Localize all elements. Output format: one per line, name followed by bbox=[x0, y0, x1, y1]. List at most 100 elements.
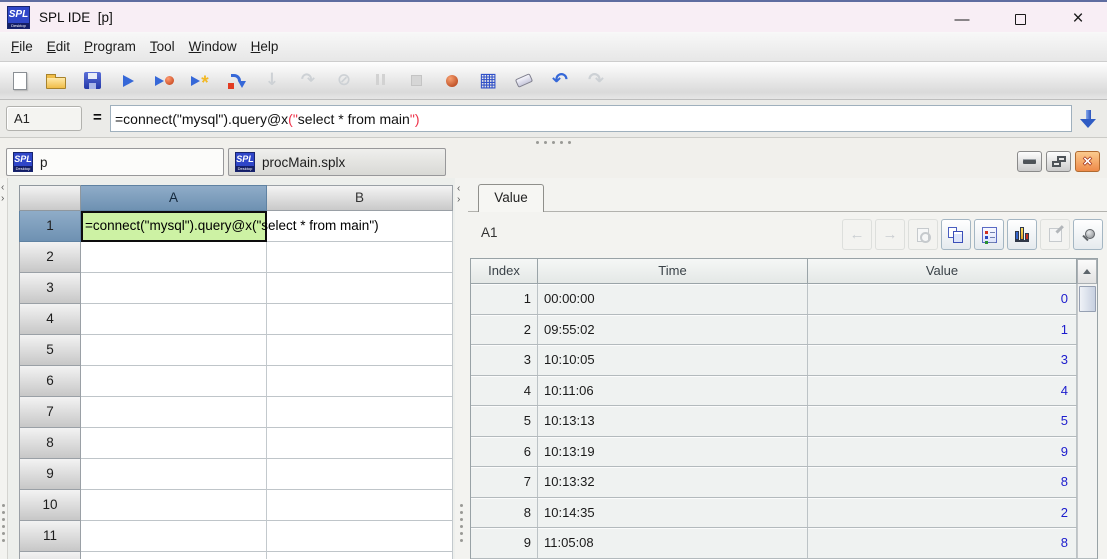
row-header-6[interactable]: 6 bbox=[19, 366, 81, 397]
cell-A4[interactable] bbox=[81, 304, 267, 335]
value-copy-button[interactable] bbox=[941, 219, 971, 250]
cell-A2[interactable] bbox=[81, 242, 267, 273]
menu-item-edit[interactable]: Edit bbox=[47, 39, 70, 54]
maximize-button[interactable] bbox=[991, 4, 1049, 34]
cell-B5[interactable] bbox=[267, 335, 453, 366]
collapse-left-icon[interactable]: ‹ bbox=[1, 183, 4, 193]
cell-A8[interactable] bbox=[81, 428, 267, 459]
scroll-up-button[interactable] bbox=[1077, 259, 1097, 284]
expand-left-icon[interactable]: › bbox=[1, 194, 4, 204]
cell-B2[interactable] bbox=[267, 242, 453, 273]
collapse-panel-icon[interactable]: ‹ bbox=[457, 184, 460, 194]
row-header-10[interactable]: 10 bbox=[19, 490, 81, 521]
table-row[interactable]: 1 00:00:00 0 bbox=[471, 284, 1097, 315]
new-file-button[interactable] bbox=[8, 67, 32, 95]
expand-panel-icon[interactable]: › bbox=[457, 195, 460, 205]
column-header-value[interactable]: Value bbox=[808, 259, 1077, 283]
cell-B6[interactable] bbox=[267, 366, 453, 397]
cell-A3[interactable] bbox=[81, 273, 267, 304]
save-button[interactable] bbox=[80, 67, 104, 95]
cell-A11[interactable] bbox=[81, 521, 267, 552]
value-edit-button[interactable] bbox=[1040, 219, 1070, 250]
cell-A10[interactable] bbox=[81, 490, 267, 521]
table-row[interactable]: 9 11:05:08 8 bbox=[471, 528, 1097, 559]
cell-A6[interactable] bbox=[81, 366, 267, 397]
row-header-4[interactable]: 4 bbox=[19, 304, 81, 335]
table-row[interactable]: 5 10:13:13 5 bbox=[471, 406, 1097, 437]
cell-A5[interactable] bbox=[81, 335, 267, 366]
horizontal-splitter-handle[interactable] bbox=[0, 138, 1107, 146]
cell-B7[interactable] bbox=[267, 397, 453, 428]
cell-A9[interactable] bbox=[81, 459, 267, 490]
row-header-9[interactable]: 9 bbox=[19, 459, 81, 490]
column-header-a[interactable]: A bbox=[81, 185, 267, 211]
cell-B11[interactable] bbox=[267, 521, 453, 552]
row-header-3[interactable]: 3 bbox=[19, 273, 81, 304]
cell-A1-selected[interactable]: =connect("mysql").query@x("select * from… bbox=[81, 211, 379, 242]
value-chart-button[interactable] bbox=[1007, 219, 1037, 250]
step-return-button[interactable]: ↷ bbox=[296, 67, 320, 95]
stop-button[interactable] bbox=[404, 67, 428, 95]
row-header-7[interactable]: 7 bbox=[19, 397, 81, 428]
table-row[interactable]: 8 10:14:35 2 bbox=[471, 497, 1097, 528]
run-button[interactable] bbox=[116, 67, 140, 95]
table-row[interactable]: 4 10:11:06 4 bbox=[471, 375, 1097, 406]
minimize-button[interactable]: — bbox=[933, 4, 991, 34]
table-row[interactable]: 2 09:55:02 1 bbox=[471, 314, 1097, 345]
undo-button[interactable]: ↶ bbox=[548, 67, 572, 95]
left-splitter-handle[interactable] bbox=[2, 504, 5, 542]
column-header-index[interactable]: Index bbox=[471, 259, 538, 283]
tab-p[interactable]: SPL Desktop p bbox=[6, 148, 224, 176]
clear-button[interactable] bbox=[512, 67, 536, 95]
redo-button[interactable]: ↷ bbox=[584, 67, 608, 95]
cancel-button[interactable]: ⊘ bbox=[332, 67, 356, 95]
cell-B3[interactable] bbox=[267, 273, 453, 304]
value-forward-button[interactable]: → bbox=[875, 219, 905, 250]
column-header-b[interactable]: B bbox=[267, 185, 453, 211]
grid-corner-cell[interactable] bbox=[19, 185, 81, 211]
open-file-button[interactable] bbox=[44, 67, 68, 95]
value-text-view-button[interactable] bbox=[974, 219, 1004, 250]
row-header-11[interactable]: 11 bbox=[19, 521, 81, 552]
value-back-button[interactable]: ← bbox=[842, 219, 872, 250]
menu-item-tool[interactable]: Tool bbox=[150, 39, 175, 54]
cell-reference-box[interactable]: A1 bbox=[6, 106, 82, 131]
scrollbar-track[interactable] bbox=[1077, 284, 1097, 558]
middle-splitter-handle[interactable] bbox=[460, 504, 463, 542]
value-pin-button[interactable] bbox=[1073, 219, 1103, 250]
run-to-cursor-button[interactable]: * bbox=[188, 67, 212, 95]
menu-item-program[interactable]: Program bbox=[84, 39, 136, 54]
mdi-restore-button[interactable] bbox=[1046, 151, 1071, 172]
calculate-button[interactable]: ▦ bbox=[476, 67, 500, 95]
mdi-minimize-button[interactable] bbox=[1017, 151, 1042, 172]
row-header-2[interactable]: 2 bbox=[19, 242, 81, 273]
menu-item-window[interactable]: Window bbox=[189, 39, 237, 54]
step-into-button[interactable]: ↓ bbox=[260, 67, 284, 95]
close-button[interactable]: × bbox=[1049, 4, 1107, 34]
cell-B4[interactable] bbox=[267, 304, 453, 335]
debug-run-button[interactable] bbox=[152, 67, 176, 95]
row-header-1[interactable]: 1 bbox=[19, 211, 81, 242]
breakpoint-button[interactable] bbox=[440, 67, 464, 95]
pause-button[interactable] bbox=[368, 67, 392, 95]
table-row[interactable]: 6 10:13:19 9 bbox=[471, 436, 1097, 467]
tab-value[interactable]: Value bbox=[478, 184, 544, 212]
table-row[interactable]: 3 10:10:05 3 bbox=[471, 345, 1097, 376]
row-header-8[interactable]: 8 bbox=[19, 428, 81, 459]
formula-input[interactable]: =connect("mysql").query@x (" select * from… bbox=[110, 105, 1072, 132]
tab-procmain-splx[interactable]: SPL Desktop procMain.splx bbox=[228, 148, 446, 176]
cell-B10[interactable] bbox=[267, 490, 453, 521]
table-row[interactable]: 7 10:13:32 8 bbox=[471, 467, 1097, 498]
column-header-time[interactable]: Time bbox=[538, 259, 808, 283]
left-splitter[interactable]: ‹ › bbox=[0, 178, 8, 559]
cell-A7[interactable] bbox=[81, 397, 267, 428]
step-over-button[interactable] bbox=[224, 67, 248, 95]
cell-B9[interactable] bbox=[267, 459, 453, 490]
table-scrollbar[interactable] bbox=[1077, 259, 1097, 558]
expand-formula-button[interactable] bbox=[1077, 107, 1099, 131]
value-zoom-button[interactable] bbox=[908, 219, 938, 250]
middle-splitter[interactable]: ‹ › bbox=[455, 178, 468, 559]
menu-item-help[interactable]: Help bbox=[251, 39, 279, 54]
cell-B8[interactable] bbox=[267, 428, 453, 459]
menu-item-file[interactable]: File bbox=[11, 39, 33, 54]
